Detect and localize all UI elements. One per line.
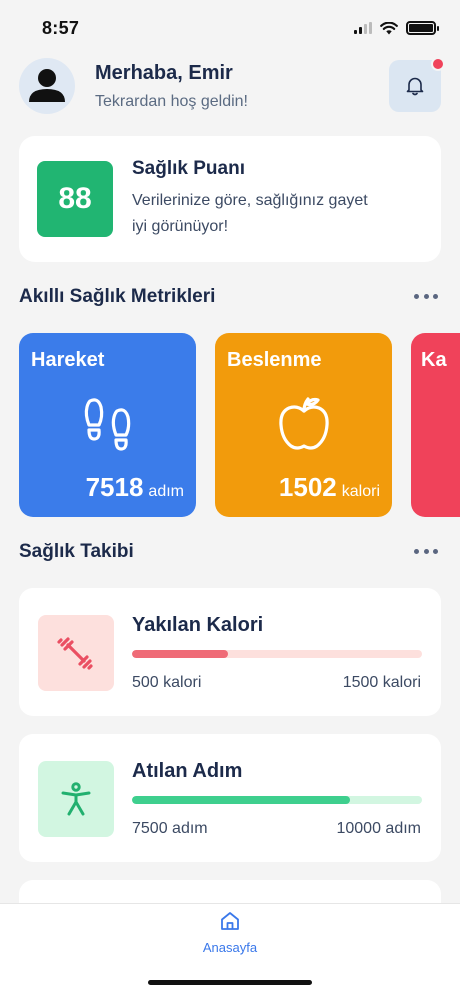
tab-home-label: Anasayfa	[202, 940, 258, 955]
tracking-section-title: Sağlık Takibi	[19, 541, 134, 562]
wifi-icon	[380, 21, 398, 34]
greeting-subtitle: Tekrardan hoş geldin!	[95, 92, 248, 110]
health-score-badge: 88	[37, 161, 113, 237]
health-score-title: Sağlık Puanı	[132, 158, 245, 180]
notification-dot	[431, 57, 445, 71]
user-icon	[29, 69, 65, 102]
metric-title: Beslenme	[227, 349, 322, 371]
metric-card-movement[interactable]: Hareket 7518 adım	[19, 333, 196, 517]
health-score-card[interactable]: 88 Sağlık Puanı Verilerinize göre, sağlı…	[19, 136, 441, 262]
greeting-title: Merhaba, Emir	[95, 61, 233, 84]
tracking-more-button[interactable]	[414, 541, 438, 561]
dumbbell-icon	[57, 637, 93, 670]
track-current-value: 500 kalori	[132, 674, 202, 691]
progress-bar	[132, 650, 422, 658]
progress-fill	[132, 796, 350, 804]
track-title: Atılan Adım	[132, 760, 243, 782]
tab-home[interactable]: Anasayfa	[196, 910, 264, 966]
metric-title: Ka	[421, 349, 447, 371]
track-goal-value: 10000 adım	[336, 820, 421, 837]
footprints-icon	[84, 398, 130, 451]
greeting: Merhaba, Emir Tekrardan hoş geldin!	[95, 62, 389, 111]
apple-icon	[278, 397, 329, 450]
metric-value: 7518	[85, 472, 144, 502]
metric-unit: adım	[148, 483, 184, 500]
home-indicator	[148, 980, 312, 985]
more-horizontal-icon	[414, 293, 419, 299]
metric-value: 1502	[278, 472, 337, 502]
progress-fill	[132, 650, 228, 658]
metric-card-partial[interactable]: Ka	[411, 333, 460, 517]
person-icon	[61, 782, 91, 816]
progress-bar	[132, 796, 422, 804]
health-score-description-line1: Verilerinize göre, sağlığınız gayet	[132, 192, 368, 210]
metrics-section-title: Akıllı Sağlık Metrikleri	[19, 286, 216, 307]
status-time: 8:57	[42, 17, 80, 38]
signal-icon	[354, 22, 372, 34]
bell-icon	[406, 77, 424, 96]
track-current-value: 7500 adım	[132, 820, 208, 837]
metrics-more-button[interactable]	[414, 286, 438, 306]
home-icon	[221, 912, 239, 930]
metric-unit: kalori	[341, 483, 380, 500]
track-title: Yakılan Kalori	[132, 614, 264, 636]
health-score-text: Sağlık Puanı Verilerinize göre, sağlığın…	[132, 158, 368, 239]
header: Merhaba, Emir Tekrardan hoş geldin!	[19, 57, 445, 114]
track-card-calories[interactable]: Yakılan Kalori 500 kalori 1500 kalori	[19, 588, 441, 716]
metric-card-nutrition[interactable]: Beslenme 1502 kalori	[215, 333, 392, 517]
status-bar: 8:57	[0, 0, 460, 52]
status-icons	[354, 21, 439, 35]
health-score-description-line2: iyi görünüyor!	[132, 218, 229, 235]
battery-icon	[406, 21, 439, 35]
track-card-steps[interactable]: Atılan Adım 7500 adım 10000 adım	[19, 734, 441, 862]
more-horizontal-icon	[414, 548, 419, 554]
track-goal-value: 1500 kalori	[342, 674, 421, 691]
avatar[interactable]	[19, 58, 75, 114]
notifications-button[interactable]	[389, 57, 445, 112]
metric-title: Hareket	[31, 349, 105, 371]
